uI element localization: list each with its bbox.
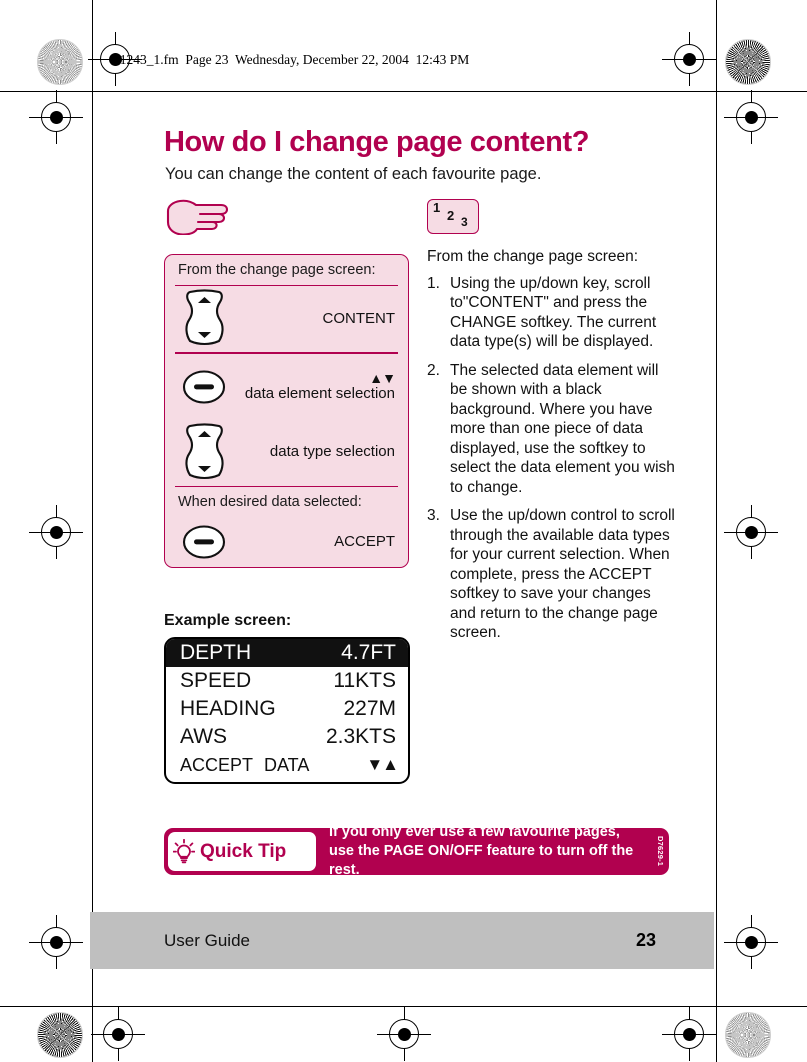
lcd-row-value: 227M (343, 697, 396, 720)
panel-row-label: data type selection (243, 443, 408, 461)
quick-tip-badge: Quick Tip (168, 832, 316, 871)
softkey-updown-arrows-icon[interactable]: ▼▲ (366, 755, 399, 775)
list-item: 2. The selected data element will be sho… (427, 361, 677, 498)
lcd-row-speed[interactable]: SPEED 11KTS (166, 667, 408, 695)
panel-caption-mid: When desired data selected: (178, 494, 362, 511)
lcd-row-aws[interactable]: AWS 2.3KTS (166, 723, 408, 751)
instructions-column: From the change page screen: 1. Using th… (427, 247, 677, 652)
lcd-row-heading[interactable]: HEADING 227M (166, 695, 408, 723)
panel-row-accept: ACCEPT (165, 517, 408, 567)
panel-row-label: CONTENT (243, 309, 408, 328)
oval-soft-key-icon[interactable] (182, 525, 226, 559)
steps-number-3: 3 (461, 215, 468, 229)
example-lcd-screen: DEPTH 4.7FT SPEED 11KTS HEADING 227M AWS… (164, 637, 410, 784)
page-footer: User Guide 23 (90, 912, 714, 969)
page-title: How do I change page content? (164, 126, 590, 158)
lcd-row-name: SPEED (180, 669, 252, 692)
oval-soft-key-icon[interactable] (182, 370, 226, 404)
example-screen-label: Example screen: (164, 612, 292, 629)
lightbulb-icon (168, 838, 200, 865)
key-sequence-panel: From the change page screen: CONTENT ▲▼ … (164, 254, 409, 569)
key-slot (165, 422, 243, 484)
manual-page: How do I change page content? You can ch… (0, 0, 807, 1062)
footer-page-number: 23 (635, 930, 656, 950)
list-item-number: 1. (427, 274, 440, 292)
rocker-up-down-key-icon[interactable] (182, 288, 227, 350)
quick-tip-figure-code: D7629-1 (656, 836, 665, 867)
lcd-row-value: 4.7FT (341, 641, 396, 664)
page-intro-text: You can change the content of each favou… (165, 165, 542, 183)
steps-number-1: 1 (433, 200, 441, 215)
list-item-text: The selected data element will be shown … (450, 361, 675, 496)
up-down-arrows-icon: ▲▼ (369, 369, 396, 386)
key-slot (165, 288, 243, 350)
list-item-text: Use the up/down control to scroll throug… (450, 507, 675, 642)
panel-row-content: CONTENT (165, 286, 408, 352)
panel-row-data-element: ▲▼ data element selection (165, 354, 408, 420)
steps-number-icon: 1 2 3 (427, 199, 479, 234)
key-slot (165, 525, 243, 559)
panel-row-label-text: data element selection (244, 385, 395, 403)
list-item-number: 2. (427, 361, 440, 379)
instructions-lead: From the change page screen: (427, 248, 639, 265)
quick-tip-label: Quick Tip (200, 840, 287, 862)
list-item: 1. Using the up/down key, scroll to"CONT… (427, 274, 677, 352)
panel-row-label-text: CONTENT (322, 309, 396, 327)
list-item-text: Using the up/down key, scroll to"CONTENT… (450, 274, 657, 351)
lcd-row-value: 2.3KTS (325, 725, 396, 748)
list-item-number: 3. (427, 507, 440, 525)
panel-row-data-type: data type selection (165, 420, 408, 486)
quick-tip-text: If you only ever use a few favourite pag… (329, 828, 634, 875)
pointing-hand-icon (164, 197, 229, 236)
lcd-row-value: 11KTS (333, 669, 396, 692)
key-slot (165, 370, 243, 404)
panel-row-label: ACCEPT (243, 532, 408, 551)
panel-row-label-text: ACCEPT (334, 532, 395, 550)
rocker-up-down-key-icon[interactable] (182, 422, 227, 484)
lcd-row-name: AWS (180, 725, 228, 748)
panel-caption-top: From the change page screen: (178, 262, 376, 278)
softkey-accept[interactable]: ACCEPT (180, 755, 264, 776)
instructions-list: 1. Using the up/down key, scroll to"CONT… (427, 274, 677, 643)
panel-row-label-text: data type selection (269, 443, 395, 461)
panel-row-label: ▲▼ data element selection (243, 369, 408, 403)
lcd-row-name: DEPTH (180, 641, 252, 664)
footer-document-name: User Guide (164, 930, 250, 950)
lcd-row-name: HEADING (180, 697, 276, 720)
steps-number-2: 2 (447, 208, 455, 223)
lcd-row-depth[interactable]: DEPTH 4.7FT (166, 639, 408, 667)
list-item: 3. Use the up/down control to scroll thr… (427, 506, 677, 643)
quick-tip-banner: Quick Tip If you only ever use a few fav… (164, 828, 669, 875)
lcd-softkey-bar: ACCEPT DATA ▼▲ (166, 751, 408, 782)
softkey-data[interactable]: DATA (264, 755, 366, 776)
